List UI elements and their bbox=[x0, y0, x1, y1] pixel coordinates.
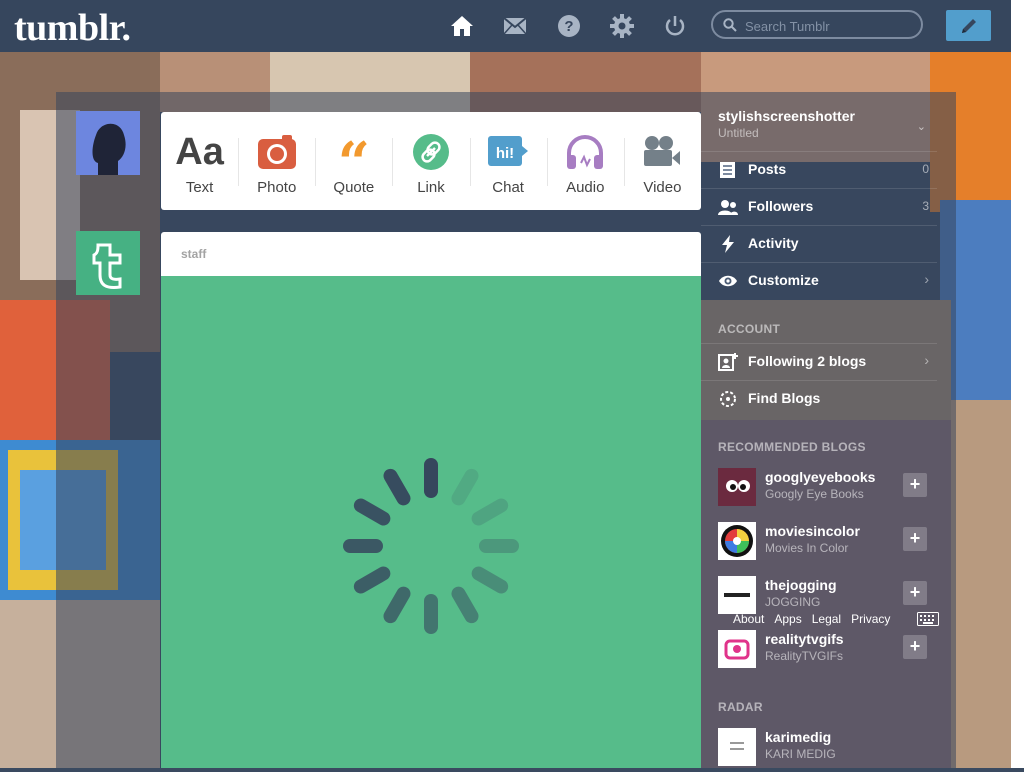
video-camera-icon bbox=[642, 130, 682, 174]
sidebar-item-label: Followers bbox=[748, 198, 814, 214]
recommended-section-label: RECOMMENDED BLOGS bbox=[718, 440, 866, 454]
post-type-label: Quote bbox=[333, 179, 375, 196]
sidebar-item-following[interactable]: Following 2 blogs › bbox=[701, 343, 937, 380]
blog-title: Googly Eye Books bbox=[765, 487, 864, 501]
power-icon[interactable] bbox=[663, 14, 687, 38]
follow-button[interactable]: + bbox=[903, 635, 927, 659]
sidebar: stylishscreenshotter Untitled ⌄ Posts 0 … bbox=[701, 92, 956, 768]
blog-name[interactable]: googlyeyebooks bbox=[765, 469, 875, 485]
search-input[interactable] bbox=[743, 16, 917, 36]
loading-spinner-icon bbox=[343, 458, 519, 634]
blog-avatar bbox=[718, 522, 756, 560]
camera-icon bbox=[257, 130, 296, 174]
recommended-blog[interactable]: realitytvgifs RealityTVGIFs + bbox=[701, 624, 937, 674]
following-icon bbox=[718, 353, 738, 371]
blog-title: JOGGING bbox=[765, 595, 821, 609]
sidebar-blog-name[interactable]: stylishscreenshotter bbox=[718, 108, 855, 124]
svg-text:hi!: hi! bbox=[496, 145, 514, 162]
find-blogs-icon bbox=[720, 391, 736, 407]
sidebar-item-label: Posts bbox=[748, 161, 787, 177]
text-icon: Aa bbox=[175, 130, 224, 173]
pencil-icon bbox=[961, 18, 976, 33]
activity-icon bbox=[722, 235, 734, 253]
chat-icon: hi! bbox=[488, 130, 529, 174]
compose-button[interactable] bbox=[946, 10, 991, 41]
radar-section-label: RADAR bbox=[718, 700, 763, 714]
blog-avatar bbox=[718, 728, 756, 766]
blog-title: Movies In Color bbox=[765, 541, 849, 555]
tumblr-logo[interactable]: tumblr. bbox=[14, 6, 131, 50]
sidebar-item-activity[interactable]: Activity bbox=[701, 225, 937, 262]
blog-avatar bbox=[718, 576, 756, 614]
svg-text:?: ? bbox=[564, 18, 573, 35]
account-section-label: ACCOUNT bbox=[718, 322, 781, 336]
post-type-label: Video bbox=[643, 179, 682, 196]
post-type-video[interactable]: Video bbox=[623, 112, 701, 210]
posts-icon bbox=[720, 162, 735, 178]
blog-name[interactable]: realitytvgifs bbox=[765, 631, 844, 647]
recommended-blog[interactable]: googlyeyebooks Googly Eye Books + bbox=[701, 462, 937, 512]
eye-icon bbox=[719, 275, 737, 287]
gear-icon[interactable] bbox=[610, 14, 634, 38]
recommended-blog[interactable]: moviesincolor Movies In Color + bbox=[701, 516, 937, 566]
post-type-label: Text bbox=[185, 179, 214, 196]
follow-button[interactable]: + bbox=[903, 473, 927, 497]
sidebar-item-followers[interactable]: Followers 3 bbox=[701, 188, 937, 225]
headphones-icon bbox=[565, 130, 605, 174]
post-type-label: Audio bbox=[566, 179, 605, 196]
follow-button[interactable]: + bbox=[903, 581, 927, 605]
post-type-link[interactable]: Link bbox=[392, 112, 469, 210]
post-type-label: Photo bbox=[257, 179, 297, 196]
chevron-right-icon: › bbox=[924, 352, 929, 368]
top-navigation-bar: tumblr. ? bbox=[0, 0, 1011, 52]
blog-avatar bbox=[718, 468, 756, 506]
blog-name[interactable]: karimedig bbox=[765, 729, 831, 745]
post-author[interactable]: staff bbox=[181, 247, 206, 261]
post-type-photo[interactable]: Photo bbox=[238, 112, 315, 210]
followers-icon bbox=[718, 200, 738, 215]
chevron-right-icon: › bbox=[924, 271, 929, 287]
staff-avatar[interactable] bbox=[76, 231, 140, 295]
search-icon bbox=[723, 18, 737, 32]
chevron-down-icon[interactable]: ⌄ bbox=[917, 120, 926, 133]
post-type-text[interactable]: Aa Text bbox=[161, 112, 238, 210]
blog-avatar bbox=[718, 630, 756, 668]
post-type-chat[interactable]: hi! Chat bbox=[469, 112, 547, 210]
sidebar-item-find-blogs[interactable]: Find Blogs bbox=[701, 380, 937, 417]
sidebar-item-label: Find Blogs bbox=[748, 390, 821, 406]
post-body bbox=[161, 276, 701, 768]
post-type-bar: Aa Text Photo “ Quote Link hi! Chat Audi… bbox=[161, 112, 701, 210]
help-icon[interactable]: ? bbox=[557, 14, 581, 38]
follow-button[interactable]: + bbox=[903, 527, 927, 551]
user-avatar[interactable] bbox=[76, 111, 140, 175]
post-type-quote[interactable]: “ Quote bbox=[315, 112, 392, 210]
sidebar-blog-title: Untitled bbox=[718, 126, 759, 140]
sidebar-item-label: Activity bbox=[748, 235, 799, 251]
post-type-label: Link bbox=[417, 179, 445, 196]
post-type-label: Chat bbox=[492, 179, 524, 196]
post-type-audio[interactable]: Audio bbox=[546, 112, 624, 210]
blog-title: RealityTVGIFs bbox=[765, 649, 844, 663]
mail-icon[interactable] bbox=[503, 14, 527, 38]
radar-blog[interactable]: karimedig KARI MEDIG bbox=[701, 722, 937, 772]
sidebar-item-count: 0 bbox=[922, 162, 929, 176]
post-header: staff bbox=[161, 232, 701, 276]
blog-name[interactable]: moviesincolor bbox=[765, 523, 860, 539]
search-box[interactable] bbox=[711, 10, 923, 39]
blog-title: KARI MEDIG bbox=[765, 747, 836, 761]
blog-name[interactable]: thejogging bbox=[765, 577, 837, 593]
link-icon bbox=[412, 130, 449, 174]
sidebar-item-label: Customize bbox=[748, 272, 819, 288]
home-icon[interactable] bbox=[450, 14, 474, 38]
sidebar-item-posts[interactable]: Posts 0 bbox=[701, 151, 937, 188]
sidebar-item-customize[interactable]: Customize › bbox=[701, 262, 937, 299]
sidebar-item-label: Following 2 blogs bbox=[748, 353, 867, 369]
sidebar-item-count: 3 bbox=[922, 199, 929, 213]
quote-icon: “ bbox=[337, 130, 370, 196]
